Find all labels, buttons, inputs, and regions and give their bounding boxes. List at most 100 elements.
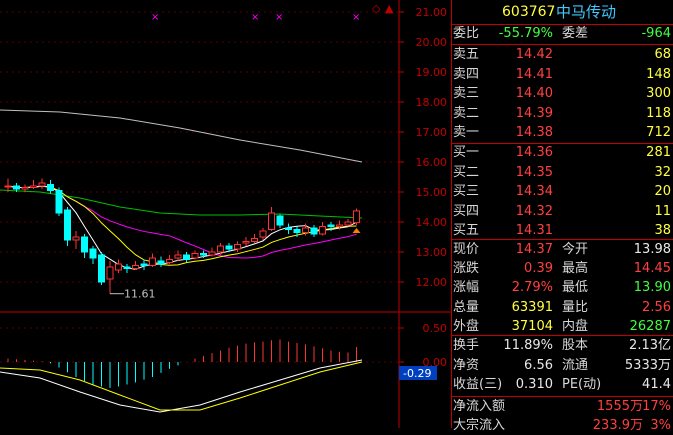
finance-value: 6.56 [524, 357, 553, 373]
stat-value: 14.37 [515, 242, 553, 257]
price-tick-label: 13.00 [416, 246, 448, 259]
stat-label: 最高 [562, 261, 589, 277]
stat-label: 涨跌 [453, 261, 480, 277]
candle-body [21, 187, 29, 190]
candle-body [166, 259, 173, 263]
candle-body [251, 238, 258, 242]
candle-body [310, 227, 318, 235]
stat-value: 13.90 [633, 280, 671, 296]
order-book-row: 卖三 14.40 300 [452, 84, 673, 103]
marker-x-icon: × [275, 12, 283, 23]
macd-value: -0.29 [403, 367, 431, 380]
stat-label: 最低 [562, 280, 589, 296]
moving-averages [0, 109, 363, 270]
order-volume: 32 [654, 164, 671, 180]
order-level-label: 卖四 [453, 66, 480, 82]
stat-value: 13.98 [633, 242, 671, 257]
finance-row: 换手 11.89% 股本 2.13亿 [452, 336, 673, 355]
price-axis: 21.00 20.00 19.00 18.00 17.00 16.00 15.00 14.00… [398, 0, 448, 428]
order-volume: 118 [646, 105, 671, 121]
candle-body [132, 265, 139, 269]
order-level-label: 买二 [453, 164, 480, 180]
order-level-label: 卖二 [453, 105, 480, 121]
candle-body [285, 227, 292, 230]
order-price: 14.38 [515, 125, 553, 141]
order-book-row: 卖二 14.39 118 [452, 104, 673, 123]
stat-row: 总量 63391 量比 2.56 [452, 298, 673, 317]
weicha-value: -964 [641, 26, 671, 41]
order-volume: 20 [654, 184, 671, 200]
candle-body [174, 254, 182, 259]
stat-value: 2.79% [511, 280, 553, 296]
order-level-label: 卖三 [453, 86, 480, 102]
up-arrow-icon[interactable]: ▲ [385, 2, 394, 15]
finance-value: 11.89% [503, 338, 553, 353]
candle-body [72, 236, 80, 241]
order-level-label: 买三 [453, 184, 480, 200]
finance-value: 0.310 [515, 377, 553, 392]
marker-x-icon: × [251, 12, 259, 23]
order-book-row: 买三 14.34 20 [452, 182, 673, 201]
order-book-row: 买四 14.32 11 [452, 202, 673, 221]
candle-body [319, 226, 326, 235]
order-level-label: 卖一 [453, 125, 480, 141]
candle-body [217, 245, 224, 253]
kline-chart[interactable]: 11.61 21.00 20.00 19.00 18.00 17.00 16.00 15.0… [0, 0, 451, 428]
order-price: 14.39 [515, 105, 553, 121]
finance-value: 41.4 [642, 377, 671, 392]
order-level-label: 买一 [453, 145, 480, 160]
stat-label: 内盘 [562, 318, 589, 334]
candle-body [140, 263, 148, 266]
stat-label: 今开 [562, 242, 589, 257]
stat-label: 涨幅 [453, 280, 480, 296]
flow-value: 1555万 [596, 399, 643, 414]
stock-name[interactable]: 中马传动 [556, 0, 616, 24]
finance-label: 净资 [453, 357, 480, 373]
candle-body [89, 248, 97, 259]
weibi-row: 委比 -55.79% 委差 -964 [452, 24, 673, 43]
candle-body [38, 182, 46, 187]
price-tick-label: 12.00 [416, 276, 448, 289]
finance-value: 5333万 [624, 357, 671, 373]
candle-body [327, 224, 335, 227]
finance-label: 收益(三) [453, 377, 503, 392]
candle-body [64, 209, 71, 241]
stat-value: 63391 [511, 299, 553, 315]
candle-body [208, 251, 216, 256]
marker-x-icon: × [352, 12, 360, 23]
order-level-label: 买四 [453, 203, 480, 219]
order-price: 14.35 [515, 164, 553, 180]
order-book-row: 买二 14.35 32 [452, 163, 673, 182]
price-tick-label: 21.00 [416, 6, 448, 19]
finance-label: 流通 [562, 357, 589, 373]
ma120-line [0, 109, 363, 163]
flow-value: 233.9万 [592, 418, 643, 433]
order-book-row: 卖五 14.42 68 [452, 45, 673, 64]
macd-tick-label: 0.50 [423, 322, 448, 335]
candle-body [106, 266, 114, 280]
quote-panel: 603767 中马传动 委比 -55.79% 委差 -964 卖五 14.42 68… [451, 0, 673, 433]
macd-dea-line [0, 361, 363, 411]
stat-label: 总量 [453, 299, 480, 315]
order-level-label: 卖五 [453, 47, 480, 62]
candle-body [234, 244, 241, 250]
order-book-row: 买一 14.36 281 [452, 143, 673, 162]
order-volume: 38 [654, 223, 671, 239]
flow-label: 净流入额 [453, 399, 506, 414]
price-tick-label: 15.00 [416, 186, 448, 199]
finance-row: 净资 6.56 流通 5333万 [452, 356, 673, 375]
stat-value: 14.45 [633, 261, 671, 277]
weicha-label: 委差 [562, 26, 589, 41]
order-volume: 281 [646, 145, 671, 160]
order-volume: 712 [646, 125, 671, 141]
price-tick-label: 14.00 [416, 216, 448, 229]
order-volume: 68 [654, 47, 671, 62]
order-book-row: 买五 14.31 38 [452, 221, 673, 240]
flow-row: 净流入额 1555万 17% [452, 397, 673, 416]
order-book-row: 卖一 14.38 712 [452, 123, 673, 142]
diamond-icon[interactable]: ◇ [372, 2, 381, 15]
weibi-label: 委比 [453, 26, 480, 41]
price-tick-label: 20.00 [416, 36, 448, 49]
finance-row: 收益(三) 0.310 PE(动) 41.4 [452, 375, 673, 394]
order-price: 14.31 [515, 223, 553, 239]
